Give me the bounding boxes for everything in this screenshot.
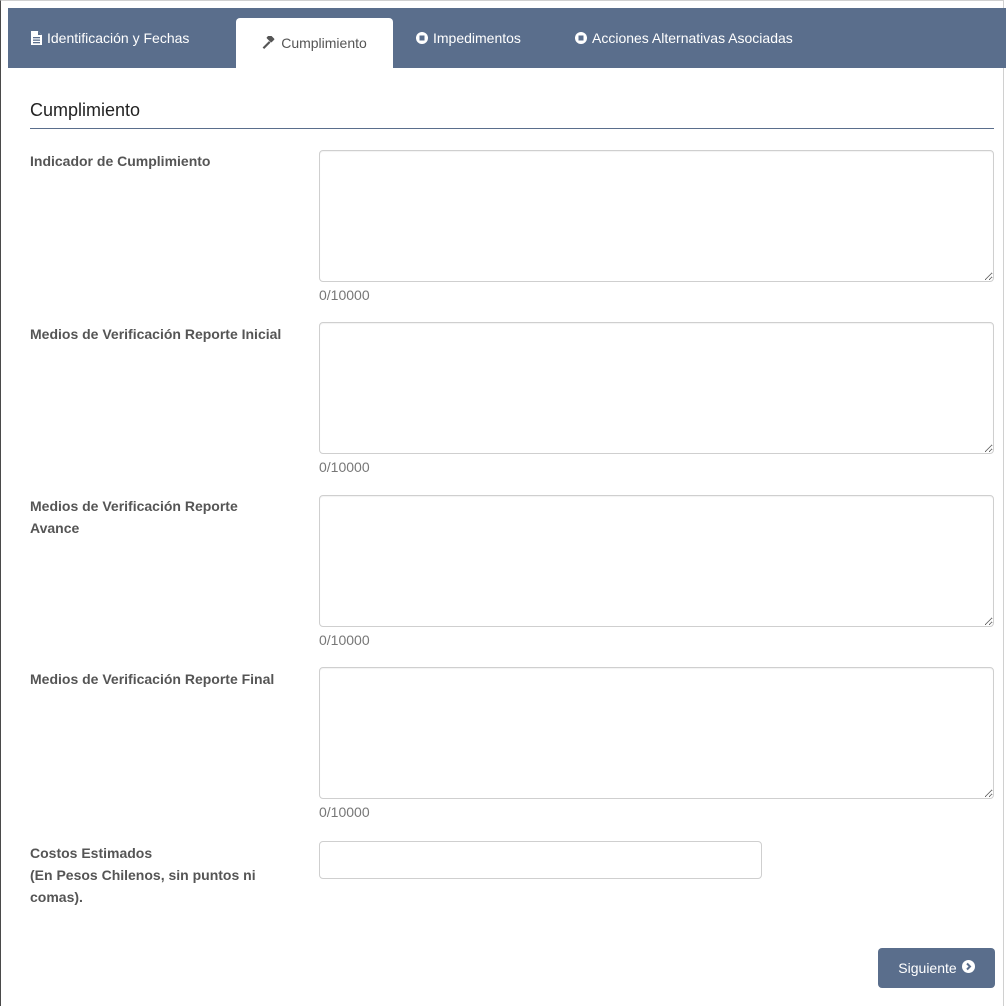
reporte-inicial-textarea[interactable] [319,322,994,454]
document-icon [31,31,42,45]
field-label-reporte-inicial: Medios de Verificación Reporte Inicial [30,326,282,342]
field-label-indicador: Indicador de Cumplimiento [30,153,211,169]
tab-impedimentos[interactable]: Impedimentos [416,8,521,68]
tab-label: Identificación y Fechas [47,30,190,46]
field-label-reporte-avance: Medios de Verificación Reporte Avance [30,498,238,536]
reporte-avance-textarea[interactable] [319,495,994,627]
field-label-costos: Costos Estimados (En Pesos Chilenos, sin… [30,842,310,908]
siguiente-button[interactable]: Siguiente [878,948,995,988]
gavel-icon [262,36,276,50]
char-counter: 0/10000 [319,459,370,475]
chevron-circle-right-icon [961,960,975,976]
reporte-final-textarea[interactable] [319,667,994,799]
tab-label: Cumplimiento [281,35,367,51]
tab-label: Impedimentos [433,30,521,46]
tab-identificacion[interactable]: Identificación y Fechas [31,8,189,68]
field-label-reporte-final: Medios de Verificación Reporte Final [30,671,275,687]
char-counter: 0/10000 [319,287,370,303]
tab-cumplimiento[interactable]: Cumplimiento [236,18,393,68]
section-divider [30,128,994,129]
siguiente-label: Siguiente [898,960,957,976]
costos-estimados-input[interactable] [319,841,762,879]
tab-label: Acciones Alternativas Asociadas [592,30,793,46]
tab-bar: Identificación y Fechas Cumplimiento Imp… [8,8,1006,68]
stop-circle-icon [575,32,587,44]
stop-circle-icon [416,32,428,44]
indicador-cumplimiento-textarea[interactable] [319,150,994,282]
costos-label-title: Costos Estimados [30,845,153,861]
section-title: Cumplimiento [30,100,141,120]
tab-acciones-alternativas[interactable]: Acciones Alternativas Asociadas [575,8,793,68]
char-counter: 0/10000 [319,804,370,820]
char-counter: 0/10000 [319,632,370,648]
costos-label-hint: (En Pesos Chilenos, sin puntos ni comas)… [30,867,256,905]
